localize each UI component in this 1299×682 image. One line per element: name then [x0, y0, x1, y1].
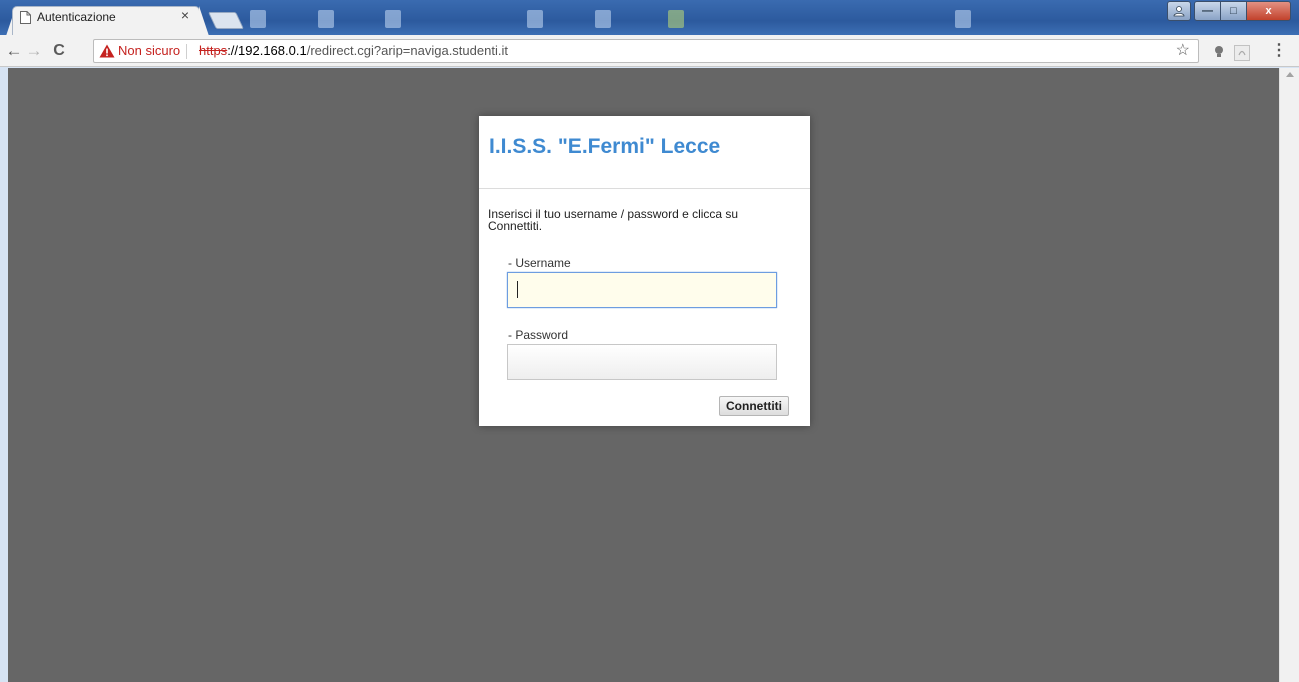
desktop-icon-ghost	[595, 10, 611, 28]
forward-arrow-icon[interactable]: →	[24, 41, 44, 61]
url-path: /redirect.cgi?arip=naviga.studenti.it	[306, 43, 508, 58]
lightbulb-extension-icon[interactable]	[1211, 45, 1227, 61]
tab-edge	[199, 6, 209, 35]
username-label: - Username	[508, 256, 571, 270]
omnibox-separator	[186, 44, 187, 59]
desktop-icon-ghost	[668, 10, 684, 28]
scroll-up-arrow-icon[interactable]	[1286, 72, 1294, 77]
close-window-button[interactable]: x	[1247, 1, 1291, 21]
tab-close-icon[interactable]: ×	[178, 7, 192, 23]
tab-title: Autenticazione	[37, 10, 116, 24]
window-controls: — □ x	[1167, 1, 1291, 21]
page-title: I.I.S.S. "E.Fermi" Lecce	[489, 135, 721, 158]
desktop-icon-ghost	[318, 10, 334, 28]
login-card: I.I.S.S. "E.Fermi" Lecce Inserisci il tu…	[479, 116, 810, 426]
title-divider	[479, 188, 810, 189]
desktop-icon-ghost	[250, 10, 266, 28]
vertical-scrollbar[interactable]	[1279, 68, 1299, 682]
reload-icon[interactable]: C	[49, 41, 69, 61]
window-left-border	[0, 68, 8, 682]
desktop-icon-ghost	[955, 10, 971, 28]
password-input[interactable]	[507, 344, 777, 380]
password-label: - Password	[508, 328, 569, 342]
desktop-icon-ghost	[385, 10, 401, 28]
minimize-button[interactable]: —	[1194, 1, 1221, 21]
desktop-icon-ghost	[527, 10, 543, 28]
bookmark-star-icon[interactable]: ☆	[1176, 40, 1190, 62]
back-arrow-icon[interactable]: ←	[4, 41, 24, 61]
profile-icon[interactable]	[1167, 1, 1191, 21]
menu-kebab-icon[interactable]: ⋮	[1271, 42, 1287, 62]
maximize-button[interactable]: □	[1221, 1, 1247, 21]
new-tab-button[interactable]	[208, 12, 244, 29]
pdf-extension-icon[interactable]	[1234, 45, 1250, 61]
username-input[interactable]	[507, 272, 777, 308]
login-instructions: Inserisci il tuo username / password e c…	[488, 207, 739, 233]
security-indicator[interactable]: Non sicuro	[118, 40, 180, 62]
url-scheme: https	[199, 43, 228, 58]
window-titlebar: Autenticazione × — □ x	[0, 0, 1299, 35]
text-caret	[517, 281, 518, 298]
url-text: https://192.168.0.1/redirect.cgi?arip=na…	[199, 40, 508, 62]
connettiti-button[interactable]: Connettiti	[719, 396, 789, 416]
address-bar[interactable]: Non sicuro https://192.168.0.1/redirect.…	[93, 39, 1199, 63]
url-host: ://192.168.0.1	[227, 43, 307, 58]
warning-icon	[99, 44, 115, 58]
browser-toolbar: ← → C Non sicuro https://192.168.0.1/red…	[0, 35, 1299, 67]
page-icon	[20, 11, 31, 24]
